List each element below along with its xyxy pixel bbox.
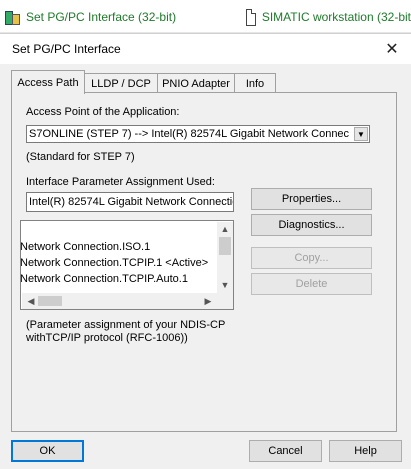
param-assignment-field[interactable]: Intel(R) 82574L Gigabit Network Connecti… — [26, 192, 234, 212]
window-tab-label: SIMATIC workstation (32-bit — [261, 10, 411, 24]
window-tab-set-pgpc[interactable]: Set PG/PC Interface (32-bit) — [4, 7, 240, 27]
scrollbar-corner — [217, 293, 233, 309]
tab-access-path[interactable]: Access Path — [11, 70, 85, 94]
param-assignment-value: Intel(R) 82574L Gigabit Network Connecti… — [29, 196, 234, 208]
copy-button[interactable]: Copy... — [251, 247, 372, 269]
tab-lldp-dcp[interactable]: LLDP / DCP — [84, 73, 158, 93]
param-assignment-list[interactable]: Network Connection.ISO.1 Network Connect… — [20, 220, 234, 310]
tab-pnio-adapter[interactable]: PNIO Adapter — [157, 73, 235, 93]
diagnostics-button[interactable]: Diagnostics... — [251, 214, 372, 236]
chevron-down-icon[interactable]: ▼ — [354, 127, 368, 141]
scroll-thumb[interactable] — [219, 237, 231, 255]
help-button[interactable]: Help — [329, 440, 402, 462]
chevron-left-icon[interactable]: ◀ — [24, 294, 38, 308]
scroll-thumb[interactable] — [38, 296, 62, 306]
description-line-1: (Parameter assignment of your NDIS-CP — [26, 319, 226, 331]
delete-button[interactable]: Delete — [251, 273, 372, 295]
access-point-label: Access Point of the Application: — [26, 106, 180, 118]
cancel-button[interactable]: Cancel — [249, 440, 322, 462]
description-line-2: withTCP/IP protocol (RFC-1006)) — [26, 332, 188, 344]
pgpc-app-icon — [4, 9, 20, 25]
list-item[interactable]: Network Connection.TCPIP.Auto.1 — [21, 273, 188, 288]
document-icon — [246, 8, 256, 26]
access-point-value: S7ONLINE (STEP 7) --> Intel(R) 82574L Gi… — [29, 128, 350, 140]
chevron-right-icon[interactable]: ▶ — [201, 294, 215, 308]
window-tab-strip: Set PG/PC Interface (32-bit) SIMATIC wor… — [0, 0, 411, 33]
access-point-select[interactable]: S7ONLINE (STEP 7) --> Intel(R) 82574L Gi… — [26, 125, 370, 143]
param-assignment-label: Interface Parameter Assignment Used: — [26, 176, 215, 188]
dialog-title: Set PG/PC Interface — [12, 42, 121, 56]
properties-button[interactable]: Properties... — [251, 188, 372, 210]
ok-button[interactable]: OK — [11, 440, 84, 462]
title-bar: Set PG/PC Interface ✕ — [0, 34, 411, 64]
close-icon[interactable]: ✕ — [381, 38, 403, 60]
chevron-down-icon[interactable]: ▼ — [218, 278, 232, 292]
tab-info[interactable]: Info — [234, 73, 276, 93]
window-tab-label: Set PG/PC Interface (32-bit) — [26, 10, 177, 24]
chevron-up-icon[interactable]: ▲ — [218, 222, 232, 236]
list-item[interactable]: Network Connection.TCPIP.1 <Active> — [21, 257, 208, 272]
list-item[interactable]: Network Connection.ISO.1 — [21, 241, 150, 256]
set-pgpc-dialog: Set PG/PC Interface ✕ Access Path LLDP /… — [0, 33, 411, 469]
window-tab-simatic-workstation[interactable]: SIMATIC workstation (32-bit — [246, 7, 411, 27]
access-point-note: (Standard for STEP 7) — [26, 151, 135, 163]
